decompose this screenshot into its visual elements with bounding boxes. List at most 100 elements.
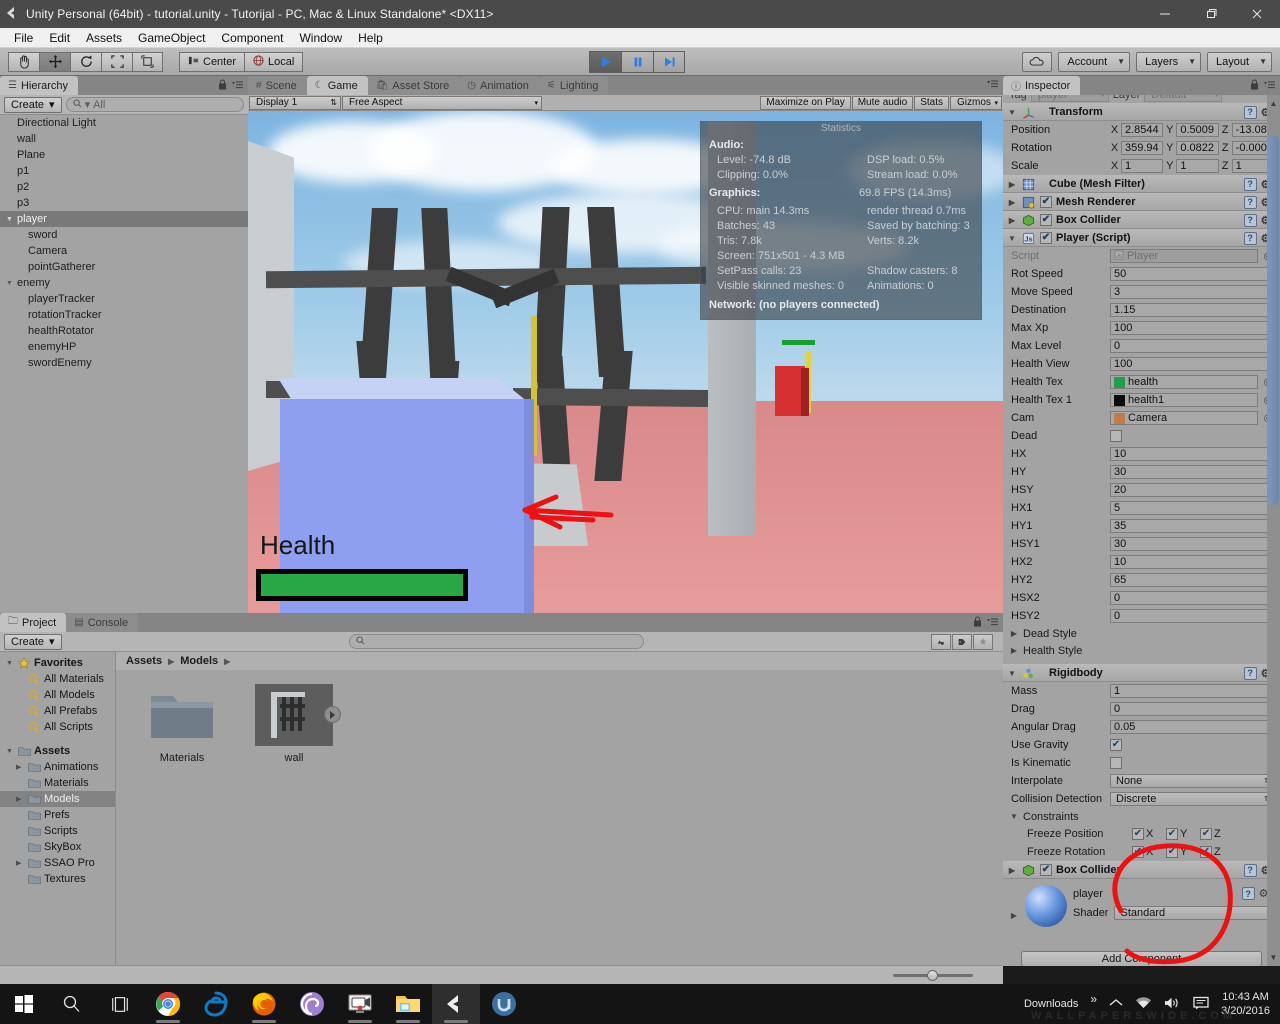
project-tree-item[interactable]: Scripts bbox=[0, 823, 115, 839]
position-y-field[interactable]: 0.5009 bbox=[1176, 123, 1219, 137]
rotation-x-field[interactable]: 359.94 bbox=[1121, 141, 1164, 155]
project-tree-item[interactable]: Materials bbox=[0, 775, 115, 791]
field-input[interactable]: 35 bbox=[1110, 519, 1274, 533]
foldout-icon[interactable]: ▶ bbox=[1007, 216, 1017, 225]
field-input[interactable]: 0.05 bbox=[1110, 720, 1274, 734]
foldout-icon[interactable]: ▼ bbox=[6, 660, 15, 667]
field-input[interactable]: 10 bbox=[1110, 447, 1274, 461]
field-input[interactable]: 3 bbox=[1110, 285, 1274, 299]
foldout-icon[interactable]: ▼ bbox=[6, 280, 17, 287]
field-input[interactable]: 100 bbox=[1110, 357, 1274, 371]
foldout-icon[interactable]: ▶ bbox=[16, 795, 25, 803]
project-tree-item[interactable]: All Prefabs bbox=[0, 703, 115, 719]
field-input[interactable]: 0 bbox=[1110, 339, 1274, 353]
hierarchy-item[interactable]: Directional Light bbox=[0, 115, 248, 131]
project-tree-item[interactable]: ▶ Animations bbox=[0, 759, 115, 775]
foldout-icon[interactable]: ▼ bbox=[1007, 108, 1017, 117]
tab-hierarchy[interactable]: ☰ Hierarchy bbox=[0, 76, 79, 95]
field-input[interactable]: 1 bbox=[1110, 684, 1274, 698]
component-header-mesh-renderer[interactable]: ▶ Mesh Renderer ? ⚙▾ bbox=[1003, 193, 1280, 211]
tray-overflow-icon[interactable]: » bbox=[1090, 992, 1097, 1006]
search-icon[interactable] bbox=[48, 984, 96, 1024]
scroll-up-arrow[interactable]: ▲ bbox=[1268, 97, 1279, 110]
display-dropdown[interactable]: Display 1 ⇅ bbox=[249, 95, 341, 110]
fold-health-style[interactable]: ▶ Health Style bbox=[1003, 642, 1280, 659]
filter-by-type-button[interactable] bbox=[931, 633, 951, 650]
project-tree-item[interactable]: All Scripts bbox=[0, 719, 115, 735]
shader-dropdown[interactable]: Standard ▾ bbox=[1114, 906, 1274, 920]
hierarchy-item[interactable]: ▼ player bbox=[0, 211, 248, 227]
menu-edit[interactable]: Edit bbox=[41, 29, 78, 47]
hierarchy-item[interactable]: p3 bbox=[0, 195, 248, 211]
maximize-button[interactable] bbox=[1188, 0, 1234, 28]
inspector-scrollbar-thumb[interactable] bbox=[1268, 135, 1279, 505]
lock-icon[interactable] bbox=[973, 616, 982, 630]
field-input[interactable]: 30 bbox=[1110, 537, 1274, 551]
panel-menu-icon[interactable] bbox=[1264, 80, 1276, 93]
hierarchy-create-button[interactable]: Create ▾ bbox=[4, 96, 62, 113]
tab-animation[interactable]: ◷ Animation bbox=[459, 76, 539, 95]
tab-inspector[interactable]: ⓘ Inspector bbox=[1003, 76, 1081, 95]
panel-menu-icon[interactable] bbox=[987, 617, 999, 630]
slider-knob[interactable] bbox=[927, 970, 938, 981]
firefox-icon[interactable] bbox=[240, 984, 288, 1024]
freeze-position-y[interactable]: Y bbox=[1166, 828, 1200, 840]
freeze-rotation-z-checkbox[interactable] bbox=[1200, 846, 1212, 858]
start-button[interactable] bbox=[0, 984, 48, 1024]
freeze-rotation-x-checkbox[interactable] bbox=[1132, 846, 1144, 858]
hierarchy-list[interactable]: Directional Light wall Plane p1 p2 p3 ▼ player s… bbox=[0, 115, 248, 612]
freeze-rotation-y-checkbox[interactable] bbox=[1166, 846, 1178, 858]
freeze-rotation-z[interactable]: Z bbox=[1200, 846, 1234, 858]
edge-icon[interactable] bbox=[192, 984, 240, 1024]
gizmos-dropdown[interactable]: Gizmos ▾ bbox=[950, 95, 1002, 110]
freeze-position-x-checkbox[interactable] bbox=[1132, 828, 1144, 840]
help-icon[interactable]: ? bbox=[1243, 863, 1257, 877]
hierarchy-item[interactable]: swordEnemy bbox=[0, 355, 248, 371]
project-search-input[interactable] bbox=[348, 634, 644, 649]
help-icon[interactable]: ? bbox=[1243, 105, 1257, 119]
layer-dropdown[interactable]: Default ▾ bbox=[1144, 95, 1223, 102]
foldout-icon[interactable]: ▶ bbox=[16, 763, 25, 771]
hierarchy-item[interactable]: rotationTracker bbox=[0, 307, 248, 323]
foldout-icon[interactable]: ▼ bbox=[1007, 669, 1017, 678]
freeze-rotation-x[interactable]: X bbox=[1132, 846, 1166, 858]
project-tree-item[interactable]: ▶ Models bbox=[0, 791, 115, 807]
layout-dropdown[interactable]: Layout ▼ bbox=[1207, 51, 1272, 72]
tab-game[interactable]: ☾ Game bbox=[306, 76, 368, 95]
project-tree-item[interactable]: Prefs bbox=[0, 807, 115, 823]
help-icon[interactable]: ? bbox=[1243, 177, 1257, 191]
close-button[interactable] bbox=[1234, 0, 1280, 28]
help-icon[interactable]: ? bbox=[1243, 195, 1257, 209]
field-input[interactable]: 0 bbox=[1110, 609, 1274, 623]
bittorrent-icon[interactable] bbox=[288, 984, 336, 1024]
field-checkbox[interactable] bbox=[1110, 739, 1122, 751]
field-input[interactable]: 30 bbox=[1110, 465, 1274, 479]
aspect-dropdown[interactable]: Free Aspect ▾ bbox=[342, 95, 542, 110]
box-collider-enabled-checkbox[interactable] bbox=[1040, 214, 1052, 226]
field-object-reference[interactable]: Camera bbox=[1110, 411, 1258, 425]
scale-tool-button[interactable] bbox=[101, 51, 132, 72]
menu-gameobject[interactable]: GameObject bbox=[130, 29, 213, 47]
menu-component[interactable]: Component bbox=[213, 29, 291, 47]
field-input[interactable]: 20 bbox=[1110, 483, 1274, 497]
foldout-icon[interactable]: ▶ bbox=[1009, 646, 1019, 655]
freeze-rotation-y[interactable]: Y bbox=[1166, 846, 1200, 858]
menu-file[interactable]: File bbox=[6, 29, 41, 47]
menu-window[interactable]: Window bbox=[291, 29, 350, 47]
foldout-icon[interactable]: ▶ bbox=[1007, 198, 1017, 207]
field-checkbox[interactable] bbox=[1110, 430, 1122, 442]
freeze-position-z-checkbox[interactable] bbox=[1200, 828, 1212, 840]
filter-by-label-button[interactable] bbox=[952, 633, 972, 650]
game-render-canvas[interactable]: Statistics Audio: Level: -74.8 dB DSP lo… bbox=[248, 111, 1003, 613]
project-create-button[interactable]: Create ▾ bbox=[4, 633, 62, 650]
foldout-icon[interactable]: ▶ bbox=[1009, 629, 1019, 638]
script-object-field[interactable]: Js Player bbox=[1110, 249, 1258, 263]
hierarchy-item[interactable]: healthRotator bbox=[0, 323, 248, 339]
field-dropdown[interactable]: Discrete⇅ bbox=[1110, 792, 1274, 806]
breadcrumb-assets[interactable]: Assets bbox=[126, 655, 162, 667]
chrome-icon[interactable] bbox=[144, 984, 192, 1024]
hierarchy-item[interactable]: p2 bbox=[0, 179, 248, 195]
mesh-renderer-enabled-checkbox[interactable] bbox=[1040, 196, 1052, 208]
help-icon[interactable]: ? bbox=[1243, 213, 1257, 227]
project-tree-item[interactable]: ▼ Assets bbox=[0, 743, 115, 759]
